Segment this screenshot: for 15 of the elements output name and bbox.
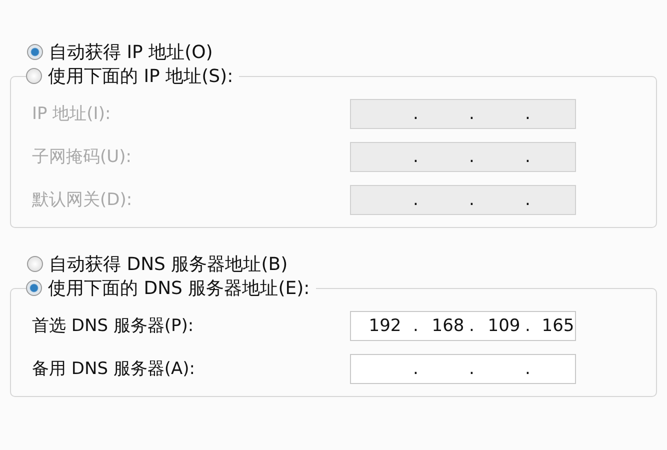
field-label: 首选 DNS 服务器(P): — [32, 315, 195, 337]
radio-label: 自动获得 DNS 服务器地址(B) — [49, 253, 288, 276]
field-label: 子网掩码(U): — [32, 146, 132, 168]
radio-button[interactable] — [26, 280, 42, 296]
field-label: 备用 DNS 服务器(A): — [32, 358, 196, 380]
field-label: 默认网关(D): — [32, 189, 134, 211]
radio-label: 自动获得 IP 地址(O) — [49, 41, 213, 64]
radio-label: 使用下面的 IP 地址(S): — [48, 65, 234, 88]
radio-button[interactable] — [27, 44, 43, 60]
ip-address-field[interactable]: . . . — [350, 354, 576, 384]
radio-button[interactable] — [26, 68, 42, 84]
radio-label: 使用下面的 DNS 服务器地址(E): — [48, 277, 310, 300]
radio-button[interactable] — [27, 256, 43, 272]
field-label: IP 地址(I): — [32, 103, 112, 125]
ip-address-field[interactable]: 192 . 168 . 109 . 165 — [350, 310, 576, 340]
